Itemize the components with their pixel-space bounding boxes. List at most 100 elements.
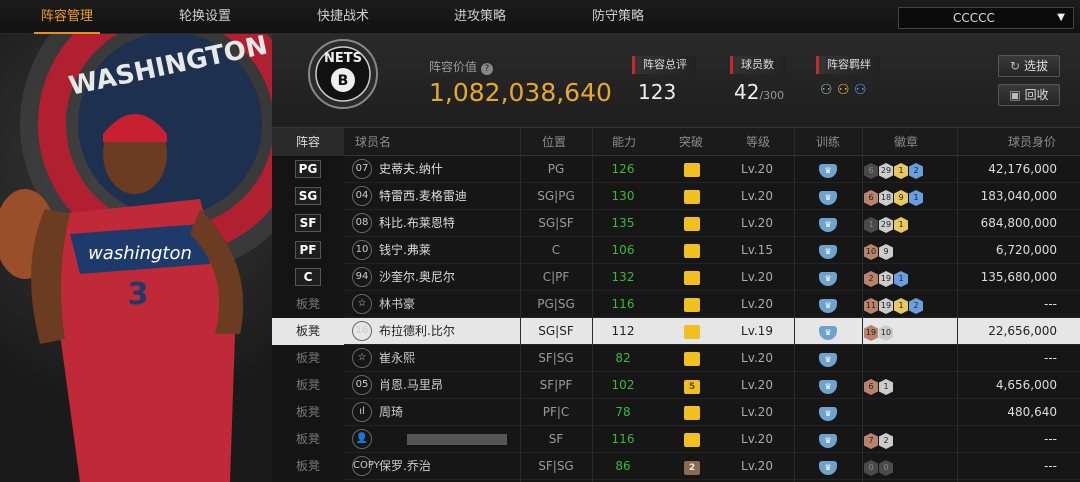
col-salary[interactable]: 球员身价 [1008, 128, 1056, 156]
table-row[interactable]: PG 07 史蒂夫.纳什 PG 126 Lv.20 ♛ 6 29 1 2 42,176,000 [272, 156, 1080, 183]
badges-cell[interactable]: 10 9 [864, 237, 959, 264]
badge-icon: 10 [879, 325, 893, 341]
training-cell[interactable]: ♛ [812, 372, 844, 399]
player-ability: 112 [611, 324, 635, 338]
training-cell[interactable]: ♛ [812, 318, 844, 345]
tab-offense[interactable]: 进攻策略 [447, 0, 513, 34]
player-name: 史蒂夫.纳什 [379, 162, 443, 176]
col-level[interactable]: 等级 [746, 128, 770, 156]
badges-cell[interactable]: 72 [864, 426, 959, 453]
jersey-number-icon: 04 [352, 186, 372, 206]
player-level: Lv.20 [741, 351, 773, 365]
players-max: /300 [759, 89, 785, 102]
training-cell[interactable]: ♛ [812, 183, 844, 210]
player-salary: 135,680,000 [980, 270, 1057, 284]
training-shield-icon: ♛ [819, 272, 837, 286]
bench-label: 板凳 [295, 351, 320, 365]
training-shield-icon: ♛ [819, 245, 837, 259]
jersey-number-icon: ☆ [352, 294, 372, 314]
tab-lineup[interactable]: 阵容管理 [34, 0, 100, 35]
table-row[interactable]: C 94 沙奎尔.奥尼尔 C|PF 132 Lv.20 ♛ 2 19 1 135,680,000 [272, 264, 1080, 291]
badges-cell[interactable]: 00 [864, 453, 959, 480]
jersey-number-icon: ıl [352, 402, 372, 422]
col-name[interactable]: 球员名 [355, 128, 391, 156]
player-salary: 480,640 [1007, 405, 1057, 419]
training-cell[interactable]: ♛ [812, 237, 844, 264]
col-ability[interactable]: 能力 [612, 128, 636, 156]
training-cell[interactable]: ♛ [812, 453, 844, 480]
rating-label: 阵容总评 [632, 56, 696, 74]
recycle-button[interactable]: ▣ 回收 [998, 84, 1060, 106]
badge-icon: 2 [879, 433, 893, 449]
badges-cell[interactable]: 11 19 1 2 [864, 291, 959, 318]
badge-icon: 1 [879, 379, 893, 395]
badge-icon: 1 [909, 190, 923, 206]
badge-icon: 1 [894, 298, 908, 314]
col-lineup[interactable]: 阵容 [272, 128, 344, 156]
tab-rotation[interactable]: 轮换设置 [172, 0, 238, 34]
col-position[interactable]: 位置 [542, 128, 566, 156]
badge-icon: 7 [864, 433, 878, 449]
player-ability: 106 [611, 243, 635, 257]
col-training[interactable]: 训练 [816, 128, 840, 156]
player-ability: 82 [615, 351, 631, 365]
col-breakthrough[interactable]: 突破 [679, 128, 703, 156]
training-cell[interactable]: ♛ [812, 291, 844, 318]
nets-logo-text: NETS [324, 51, 362, 66]
table-row[interactable]: PF 10 钱宁.弗莱 C 106 Lv.15 ♛ 10 9 6,720,000 [272, 237, 1080, 264]
player-ability: 116 [611, 432, 635, 446]
table-row[interactable]: 板凳 ıl 周琦 PF|C 78 Lv.20 ♛ 480,640 [272, 399, 1080, 426]
table-row[interactable]: 板凳 👤 SF 116 Lv.20 ♛ 7 2 --- [272, 426, 1080, 453]
player-salary: --- [1044, 459, 1057, 473]
lineup-slot: SG [272, 183, 344, 210]
tab-quick-tactics[interactable]: 快捷战术 [310, 0, 376, 34]
table-row[interactable]: SG 04 特雷西.麦格雷迪 SG|PG 130 Lv.20 ♛ 6 18 9 1 183,040,0… [272, 183, 1080, 210]
crown-icon: 2 [684, 461, 700, 475]
table-row[interactable]: 板凳 16 布拉德利.比尔 SG|SF 112 Lv.19 ♛ 19 10 22,656,000 [272, 318, 1080, 345]
refresh-icon: ↻ [1009, 59, 1021, 73]
training-cell[interactable]: ♛ [812, 156, 844, 183]
training-cell[interactable]: ♛ [812, 264, 844, 291]
badges-cell[interactable]: 19 10 [864, 318, 959, 345]
tab-defense[interactable]: 防守策略 [585, 0, 651, 34]
player-level: Lv.20 [741, 432, 773, 446]
badges-cell[interactable]: 6 18 9 1 [864, 183, 959, 210]
training-cell[interactable]: ♛ [812, 426, 844, 453]
badge-icon: 19 [879, 298, 893, 314]
training-shield-icon: ♛ [819, 461, 837, 475]
training-cell[interactable]: ♛ [812, 345, 844, 372]
badges-cell[interactable]: 1 29 1 [864, 210, 959, 237]
bond-icon: ⚇ [854, 82, 867, 98]
player-position: SG|SF [538, 324, 574, 338]
player-salary: 183,040,000 [980, 189, 1057, 203]
player-level: Lv.20 [741, 378, 773, 392]
table-row[interactable]: 板凳 05 肖恩.马里昂 SF|PF 102 5 Lv.20 ♛ 6 1 4,656,000 [272, 372, 1080, 399]
player-position: PG|SG [537, 297, 575, 311]
table-row[interactable]: SF 08 科比.布莱恩特 SG|SF 135 Lv.20 ♛ 1 29 1 684,800,000 [272, 210, 1080, 237]
player-salary: 4,656,000 [995, 378, 1057, 392]
training-cell[interactable]: ♛ [812, 210, 844, 237]
badges-cell[interactable]: 61 [864, 372, 959, 399]
badges-cell[interactable]: 6 29 1 2 [864, 156, 959, 183]
col-badges[interactable]: 徽章 [894, 128, 918, 156]
team-select-dropdown[interactable]: CCCCC ▼ [898, 7, 1074, 29]
roster-table: 阵容 球员名 位置 能力 突破 等级 训练 徽章 球员身价 PG 07 史蒂夫.纳什… [272, 128, 1080, 482]
lineup-slot: 板凳 [272, 453, 344, 480]
lineup-header: NETS B 阵容价值 ? 1,082,038,640 阵容总评 123 球员数… [272, 34, 1080, 128]
jersey-number-icon: 10 [352, 240, 372, 260]
table-row[interactable]: 板凳 ☆ 崔永熙 SF|SG 82 Lv.20 ♛ --- [272, 345, 1080, 372]
select-button[interactable]: ↻ 选拔 [998, 55, 1060, 77]
training-cell[interactable]: ♛ [812, 399, 844, 426]
bond-icons[interactable]: ⚇ ⚇ ⚇ [820, 82, 867, 98]
jersey-number-icon: ☆ [352, 348, 372, 368]
badges-cell[interactable]: 2 19 1 [864, 264, 959, 291]
badge-icon: 1 [864, 217, 878, 233]
badge-icon: 18 [879, 190, 893, 206]
question-icon[interactable]: ? [480, 63, 493, 75]
training-shield-icon: ♛ [819, 380, 837, 394]
table-row[interactable]: 板凳 ☆ 林书豪 PG|SG 116 Lv.20 ♛ 11 19 1 2 --- [272, 291, 1080, 318]
bond-icon: ⚇ [837, 82, 850, 98]
training-shield-icon: ♛ [819, 164, 837, 178]
badge-icon: 6 [864, 190, 878, 206]
table-row[interactable]: 板凳 COPY 保罗.乔治 SF|SG 86 2 Lv.20 ♛ 0 0 --- [272, 453, 1080, 480]
